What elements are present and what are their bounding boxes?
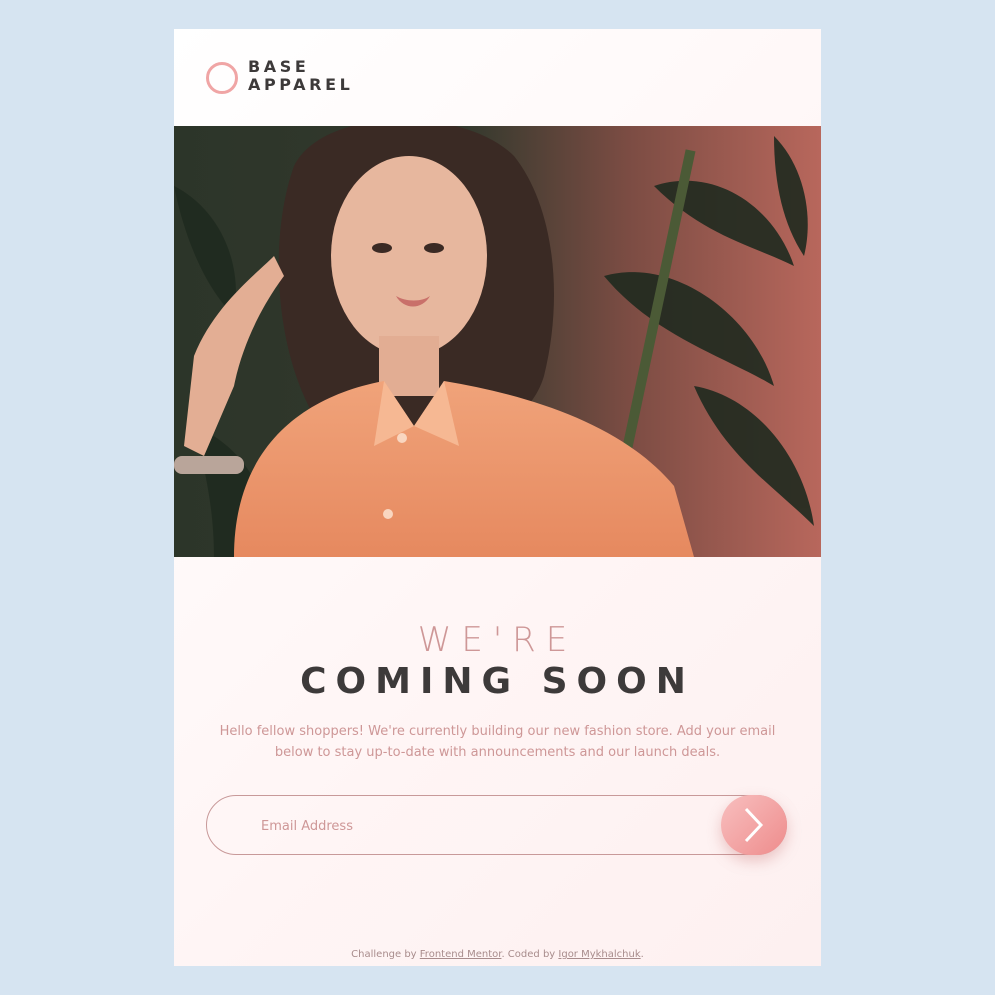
email-input[interactable] xyxy=(259,810,703,842)
heading-light: WE'RE xyxy=(417,620,578,660)
frontend-mentor-link[interactable]: Frontend Mentor xyxy=(420,949,502,960)
page-heading: WE'RE COMING SOON xyxy=(174,621,821,705)
attribution: Challenge by Frontend Mentor. Coded by I… xyxy=(174,949,821,960)
chevron-right-icon xyxy=(744,807,764,843)
logo: BASE APPAREL xyxy=(248,58,353,94)
header: BASE APPAREL xyxy=(174,29,821,126)
email-form xyxy=(206,795,787,855)
attribution-prefix: Challenge by xyxy=(351,949,420,960)
submit-button[interactable] xyxy=(721,795,787,855)
logo-line-2: APPAREL xyxy=(248,75,354,94)
attribution-suffix: . xyxy=(640,949,644,960)
logo-line-1: BASE xyxy=(248,57,310,76)
logo-circle-icon xyxy=(206,62,238,94)
description-text: Hello fellow shoppers! We're currently b… xyxy=(219,724,776,760)
hero-image xyxy=(174,126,821,557)
hero-illustration xyxy=(174,126,821,557)
heading-bold: COMING SOON xyxy=(300,661,695,702)
attribution-middle: . Coded by xyxy=(501,949,559,960)
author-link[interactable]: Igor Mykhalchuk xyxy=(558,949,640,960)
coming-soon-card: BASE APPAREL WE'RE COMING SOON Hello fel… xyxy=(174,29,821,966)
